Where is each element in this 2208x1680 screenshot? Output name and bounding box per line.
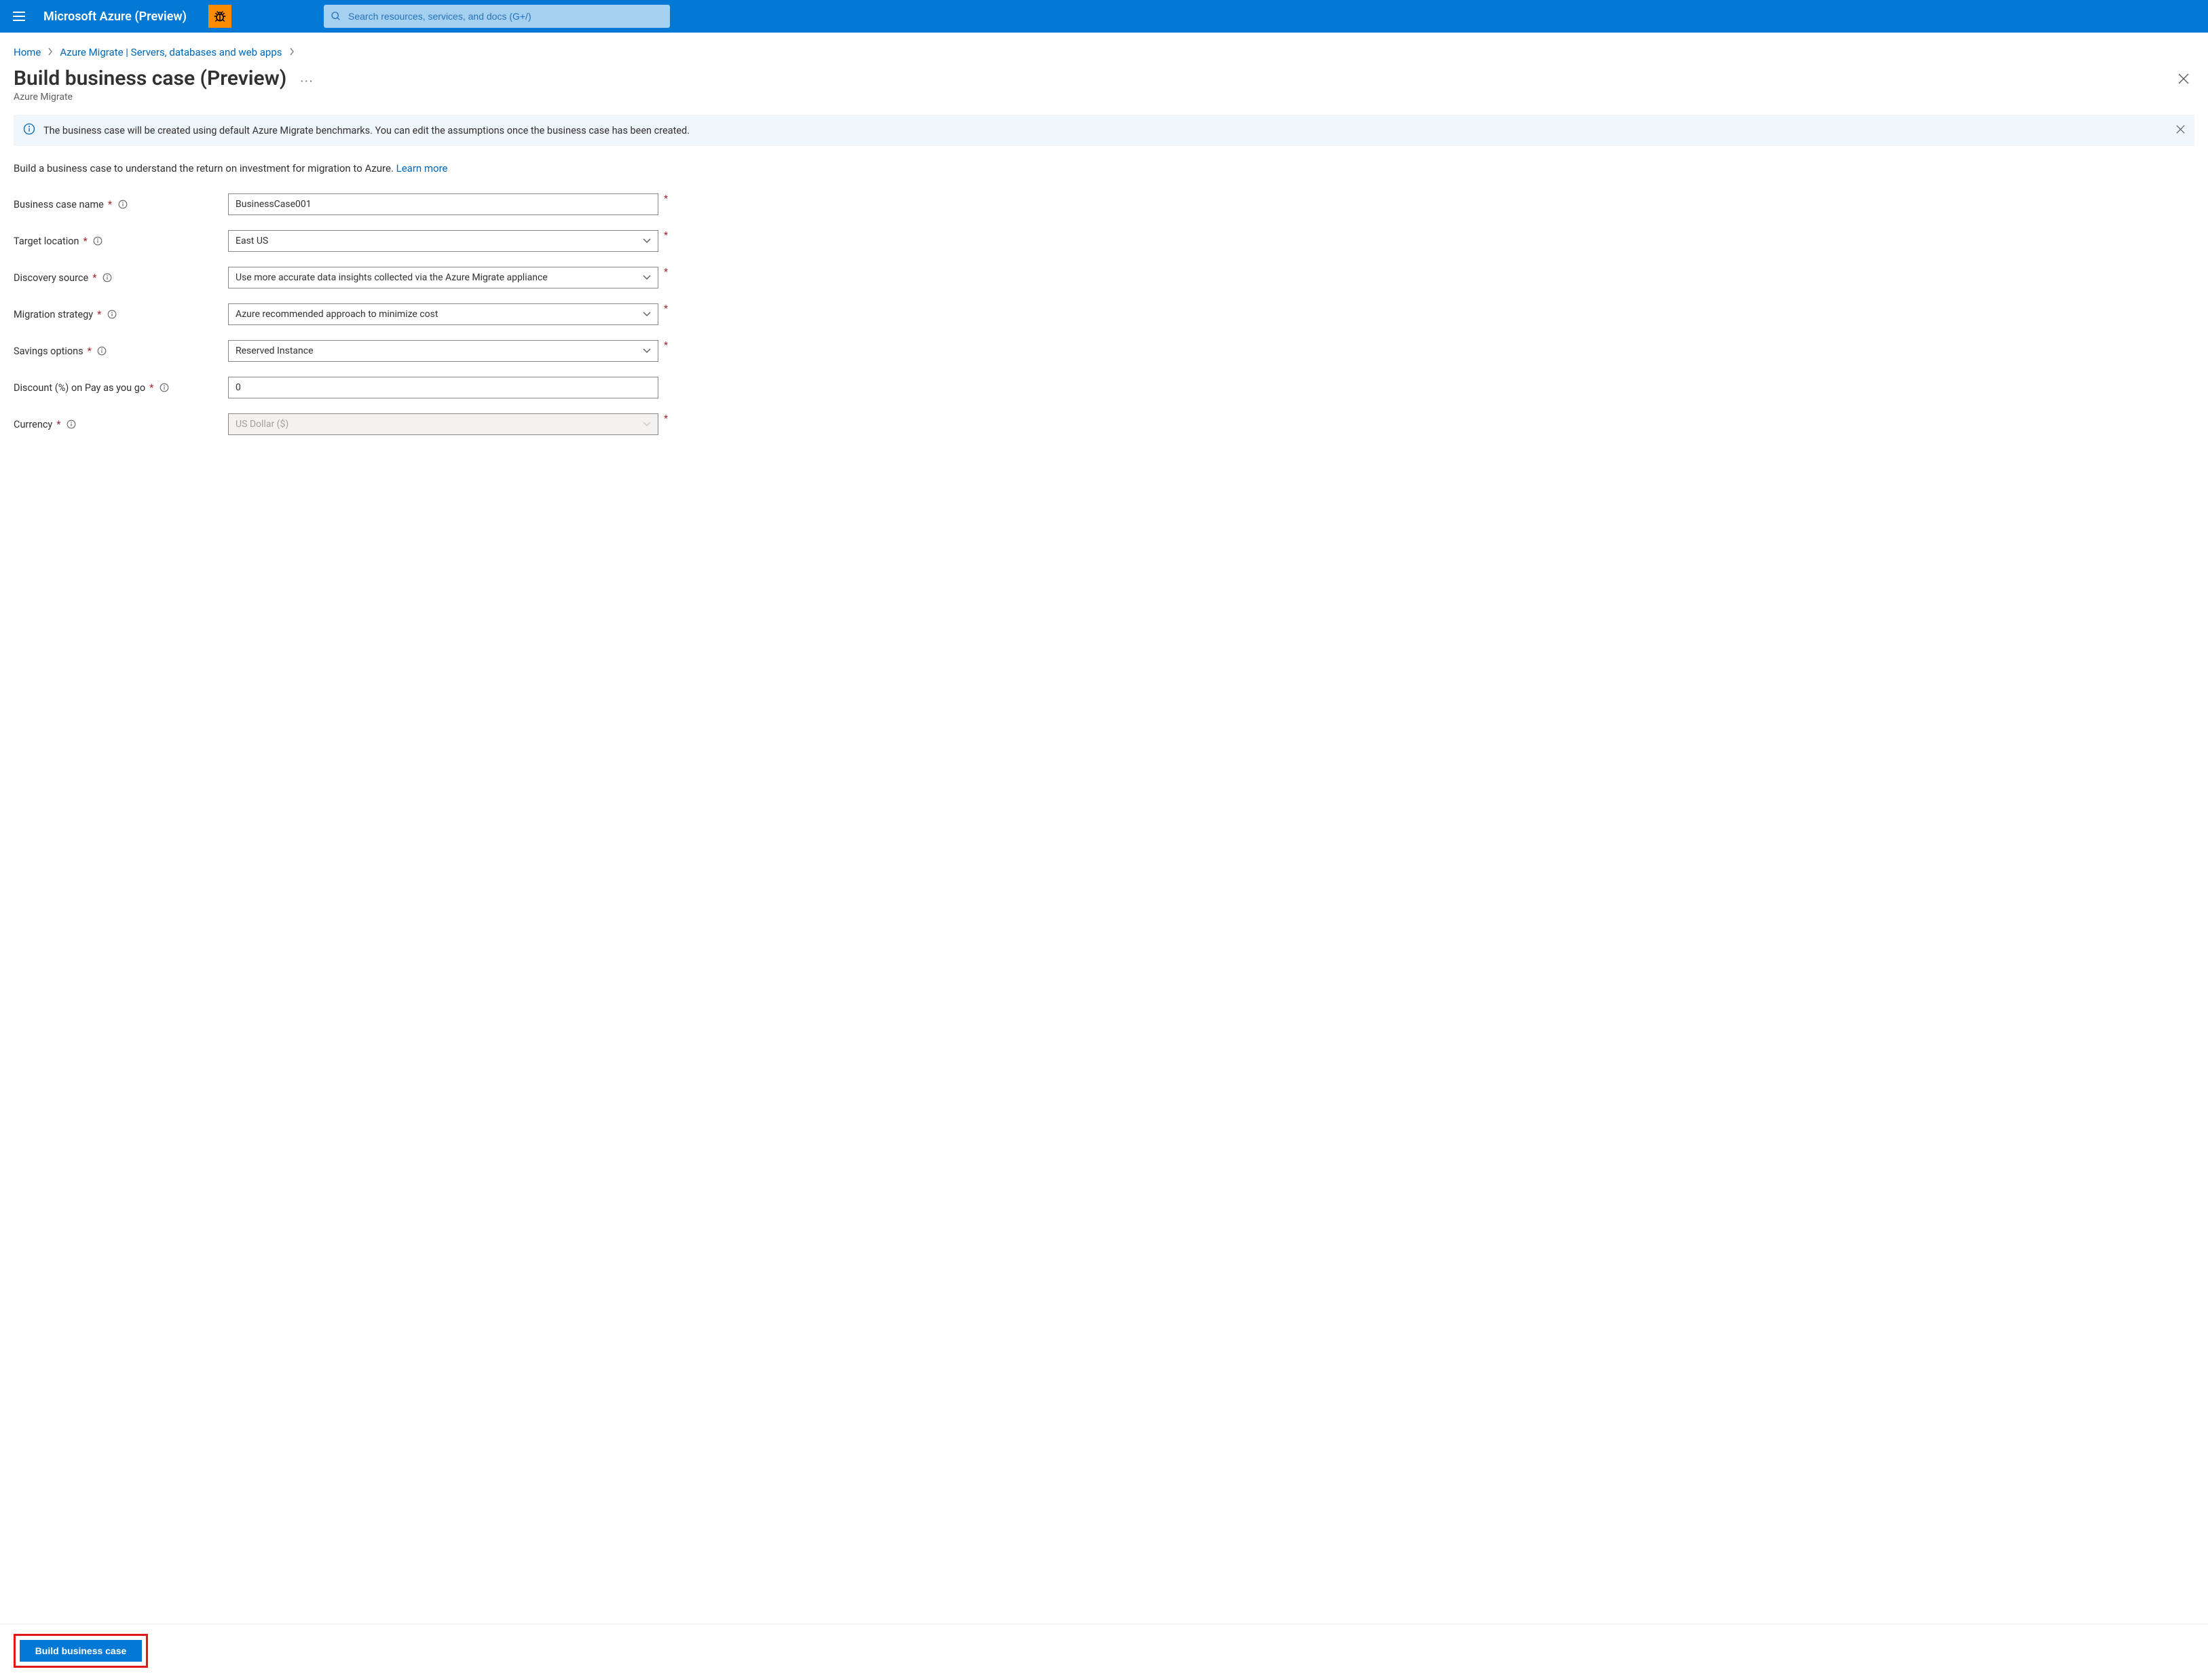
- label-discount: Discount (%) on Pay as you go: [14, 382, 145, 394]
- build-business-case-button[interactable]: Build business case: [20, 1640, 142, 1662]
- target-location-value: East US: [236, 236, 268, 246]
- label-discovery-source: Discovery source: [14, 272, 88, 284]
- breadcrumb-migrate[interactable]: Azure Migrate | Servers, databases and w…: [60, 46, 282, 58]
- form: Business case name * * Target location *…: [0, 193, 2208, 1610]
- discovery-source-select[interactable]: Use more accurate data insights collecte…: [228, 267, 658, 288]
- info-banner: The business case will be created using …: [14, 115, 2194, 146]
- required-indicator: *: [149, 382, 153, 394]
- dismiss-banner-button[interactable]: [2176, 125, 2185, 136]
- required-indicator: *: [664, 230, 668, 241]
- target-location-select[interactable]: East US: [228, 230, 658, 252]
- required-indicator: *: [56, 419, 60, 430]
- info-icon[interactable]: [93, 236, 103, 246]
- info-banner-text: The business case will be created using …: [43, 125, 2168, 136]
- info-icon[interactable]: [117, 200, 128, 210]
- required-indicator: *: [108, 199, 112, 210]
- close-icon: [2178, 73, 2189, 84]
- row-business-case-name: Business case name * *: [14, 193, 2194, 215]
- info-icon[interactable]: [102, 273, 112, 283]
- page-title: Build business case (Preview): [14, 67, 286, 90]
- brand-title: Microsoft Azure (Preview): [43, 10, 187, 24]
- row-savings-options: Savings options * Reserved Instance *: [14, 340, 2194, 362]
- chevron-down-icon: [643, 238, 651, 244]
- search-container: [324, 5, 670, 28]
- savings-options-select[interactable]: Reserved Instance: [228, 340, 658, 362]
- row-discount: Discount (%) on Pay as you go *: [14, 377, 2194, 398]
- required-indicator: *: [664, 303, 668, 314]
- hamburger-icon: [13, 12, 25, 21]
- chevron-down-icon: [643, 422, 651, 427]
- savings-options-value: Reserved Instance: [236, 346, 314, 356]
- migration-strategy-value: Azure recommended approach to minimize c…: [236, 309, 438, 320]
- info-icon: [23, 123, 35, 138]
- top-bar: Microsoft Azure (Preview): [0, 0, 2208, 33]
- bug-report-button[interactable]: [208, 5, 231, 28]
- title-row: Build business case (Preview) ···: [0, 64, 2208, 92]
- close-button[interactable]: [2173, 68, 2194, 90]
- breadcrumb: Home Azure Migrate | Servers, databases …: [0, 33, 2208, 64]
- required-indicator: *: [664, 193, 668, 204]
- chevron-right-icon: [48, 46, 53, 58]
- migration-strategy-select[interactable]: Azure recommended approach to minimize c…: [228, 303, 658, 325]
- chevron-right-icon: [289, 46, 295, 58]
- chevron-down-icon: [643, 312, 651, 317]
- label-migration-strategy: Migration strategy: [14, 309, 93, 320]
- currency-select: US Dollar ($): [228, 413, 658, 435]
- close-icon: [2176, 125, 2185, 134]
- required-indicator: *: [92, 272, 96, 284]
- search-box[interactable]: [324, 5, 670, 28]
- chevron-down-icon: [643, 275, 651, 280]
- chevron-down-icon: [643, 348, 651, 354]
- row-discovery-source: Discovery source * Use more accurate dat…: [14, 267, 2194, 288]
- info-icon[interactable]: [159, 383, 169, 393]
- breadcrumb-home[interactable]: Home: [14, 46, 41, 58]
- required-indicator: *: [83, 236, 88, 247]
- info-icon[interactable]: [107, 310, 117, 320]
- row-migration-strategy: Migration strategy * Azure recommended a…: [14, 303, 2194, 325]
- learn-more-link[interactable]: Learn more: [396, 162, 448, 174]
- page-subtitle: Azure Migrate: [0, 92, 2208, 115]
- label-target-location: Target location: [14, 236, 79, 247]
- hamburger-menu-button[interactable]: [5, 3, 33, 30]
- highlight-annotation: Build business case: [14, 1634, 148, 1668]
- description-text: Build a business case to understand the …: [14, 162, 396, 174]
- description: Build a business case to understand the …: [0, 162, 2208, 193]
- action-bar: Build business case: [0, 1624, 2208, 1680]
- search-icon: [331, 11, 341, 22]
- required-indicator: *: [664, 340, 668, 351]
- bug-icon: [213, 10, 227, 23]
- label-business-case-name: Business case name: [14, 199, 104, 210]
- discount-input[interactable]: [228, 377, 658, 398]
- label-currency: Currency: [14, 419, 52, 430]
- required-indicator: *: [664, 267, 668, 278]
- info-icon[interactable]: [67, 419, 77, 430]
- search-input[interactable]: [348, 11, 663, 22]
- required-indicator: *: [664, 413, 668, 424]
- business-case-name-input[interactable]: [228, 193, 658, 215]
- label-savings-options: Savings options: [14, 346, 83, 357]
- discovery-source-value: Use more accurate data insights collecte…: [236, 272, 548, 283]
- currency-value: US Dollar ($): [236, 419, 288, 430]
- required-indicator: *: [97, 309, 101, 320]
- required-indicator: *: [88, 346, 92, 357]
- row-target-location: Target location * East US *: [14, 230, 2194, 252]
- info-icon[interactable]: [97, 346, 107, 356]
- row-currency: Currency * US Dollar ($) *: [14, 413, 2194, 435]
- more-actions-button[interactable]: ···: [300, 75, 314, 89]
